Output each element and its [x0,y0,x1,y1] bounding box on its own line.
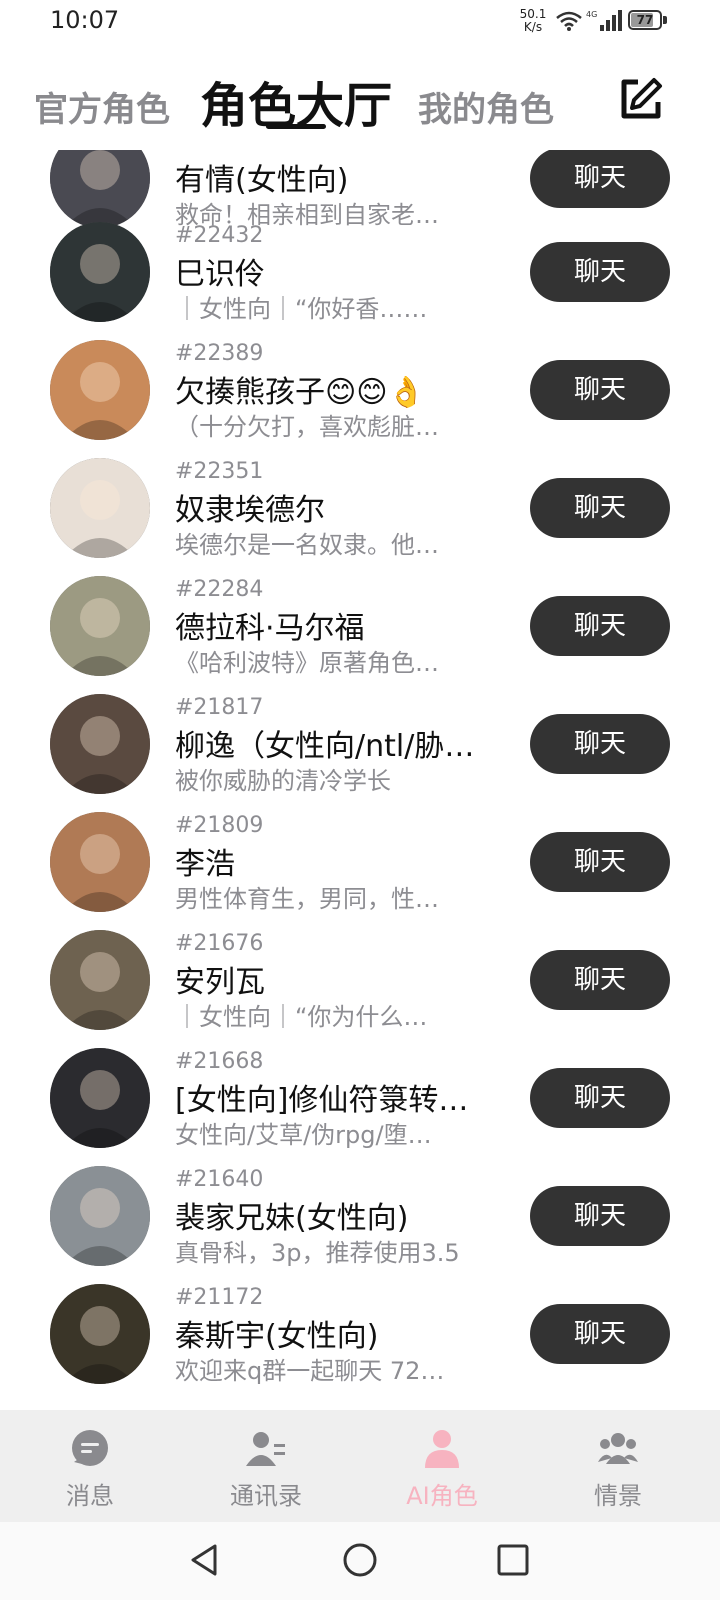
character-row[interactable]: #21809 李浩男性体育生，男同，性… 聊天 [0,801,720,921]
nav-item-group-scene[interactable]: 情景 [528,1410,708,1522]
character-description: 男性体育生，男同，性… [175,885,439,913]
character-name: 秦斯宇(女性向) [175,1319,379,1354]
character-name: 欠揍熊孩子😊😊👌 [175,375,425,410]
character-avatar[interactable] [50,1048,150,1148]
signal-icon: 4G [586,10,622,31]
character-avatar[interactable] [50,1284,150,1384]
character-name: [女性向]修仙符箓转… [175,1083,469,1118]
chat-button[interactable]: 聊天 [530,242,670,302]
nav-label: 情景 [594,1482,642,1510]
character-id: #21809 [175,813,264,838]
home-icon[interactable] [340,1540,380,1580]
chat-button[interactable]: 聊天 [530,832,670,892]
character-row[interactable]: #21668 [女性向]修仙符箓转… 女性向/艾草/伪rpg/堕… 聊天 [0,1037,720,1157]
character-row[interactable]: #22351 奴隶埃德尔埃德尔是一名奴隶。他… 聊天 [0,447,720,567]
chat-button[interactable]: 聊天 [530,478,670,538]
character-avatar[interactable] [50,812,150,912]
nav-label: AI角色 [406,1482,478,1510]
tab-my-characters[interactable]: 我的角色 [418,82,554,131]
character-list[interactable]: 有情(女性向) 救命！相亲相到自家老… 聊天 #22432 巳识伶 ｜女性向｜“你好香……… [0,150,720,1410]
character-name: 裴家兄妹(女性向) [175,1201,409,1236]
character-row[interactable]: #21676 安列瓦 ｜女性向｜“你为什么… 聊天 [0,919,720,1039]
character-row[interactable]: #22432 巳识伶 ｜女性向｜“你好香…… 聊天 [0,211,720,331]
character-id: #22432 [175,223,264,248]
character-id: #21640 [175,1167,264,1192]
nav-item-contacts[interactable]: 通讯录 [176,1410,356,1522]
network-speed: 50.1 K/s [518,8,548,34]
character-description: 埃德尔是一名奴隶。他… [175,531,439,559]
nav-label: 通讯录 [230,1482,302,1510]
battery-percent: 77 [636,13,654,27]
character-row[interactable]: #21640 裴家兄妹(女性向) 真骨科，3p，推荐使用3.5 聊天 [0,1155,720,1275]
character-avatar[interactable] [50,930,150,1030]
character-description: ｜女性向｜“你好香…… [175,295,428,323]
character-avatar[interactable] [50,340,150,440]
chat-button[interactable]: 聊天 [530,1186,670,1246]
character-id: #21668 [175,1049,264,1074]
top-tabs: 官方角色 角色大厅 我的角色 [0,60,720,140]
ai-character-icon [422,1428,462,1468]
character-row[interactable]: #22389 欠揍熊孩子😊😊👌 （十分欠打，喜欢彪脏… 聊天 [0,329,720,449]
nav-label: 消息 [66,1482,114,1510]
character-name: 巳识伶 [175,257,265,292]
character-row[interactable]: #22284 德拉科·马尔福《哈利波特》原著角色… 聊天 [0,565,720,685]
character-description: 被你威胁的清冷学长 [175,767,391,795]
back-icon[interactable] [185,1540,225,1580]
bottom-navigation: 消息 通讯录 AI角色 情景 [0,1410,720,1522]
chat-button[interactable]: 聊天 [530,150,670,208]
message-icon [70,1428,110,1468]
chat-button[interactable]: 聊天 [530,360,670,420]
group-scene-icon [598,1428,638,1468]
battery-icon: 77 [628,10,670,32]
character-id: #21817 [175,695,264,720]
chat-button[interactable]: 聊天 [530,950,670,1010]
chat-button[interactable]: 聊天 [530,596,670,656]
chat-button[interactable]: 聊天 [530,1304,670,1364]
character-id: #21676 [175,931,264,956]
character-description: （十分欠打，喜欢彪脏… [175,413,439,441]
status-bar: 10:07 50.1 K/s 4G 77 [0,0,720,46]
character-description: 真骨科，3p，推荐使用3.5 [175,1239,460,1267]
system-navigation-bar [0,1522,720,1600]
character-description: 《哈利波特》原著角色… [175,649,439,677]
character-id: #22389 [175,341,264,366]
status-time: 10:07 [50,6,120,34]
character-row[interactable]: #21172 秦斯宇(女性向) 欢迎来q群一起聊天 72… 聊天 [0,1273,720,1393]
tab-official-characters[interactable]: 官方角色 [34,82,170,131]
recent-apps-icon[interactable] [493,1540,533,1580]
character-avatar[interactable] [50,1166,150,1266]
edit-icon[interactable] [618,76,664,122]
character-avatar[interactable] [50,694,150,794]
character-id: #22351 [175,459,264,484]
network-type-label: 4G [586,10,597,19]
chat-button[interactable]: 聊天 [530,1068,670,1128]
character-description: ｜女性向｜“你为什么… [175,1003,428,1031]
character-name: 奴隶埃德尔 [175,493,325,528]
character-description: 女性向/艾草/伪rpg/堕… [175,1121,432,1149]
character-id: #21172 [175,1285,264,1310]
character-avatar[interactable] [50,222,150,322]
wifi-icon [556,11,582,31]
character-name: 安列瓦 [175,965,265,1000]
active-tab-indicator [266,124,326,129]
character-row[interactable]: #21817 柳逸（女性向/ntl/胁… 被你威胁的清冷学长 聊天 [0,683,720,803]
nav-item-message[interactable]: 消息 [0,1410,180,1522]
contacts-icon [246,1428,286,1468]
character-avatar[interactable] [50,458,150,558]
character-description: 欢迎来q群一起聊天 72… [175,1357,445,1385]
character-name: 有情(女性向) [175,163,349,198]
character-avatar[interactable] [50,576,150,676]
network-speed-unit: K/s [523,20,543,34]
character-name: 德拉科·马尔福 [175,611,365,646]
chat-button[interactable]: 聊天 [530,714,670,774]
character-name: 柳逸（女性向/ntl/胁… [175,729,475,764]
character-id: #22284 [175,577,264,602]
character-name: 李浩 [175,847,235,882]
nav-item-ai-character[interactable]: AI角色 [352,1410,532,1522]
